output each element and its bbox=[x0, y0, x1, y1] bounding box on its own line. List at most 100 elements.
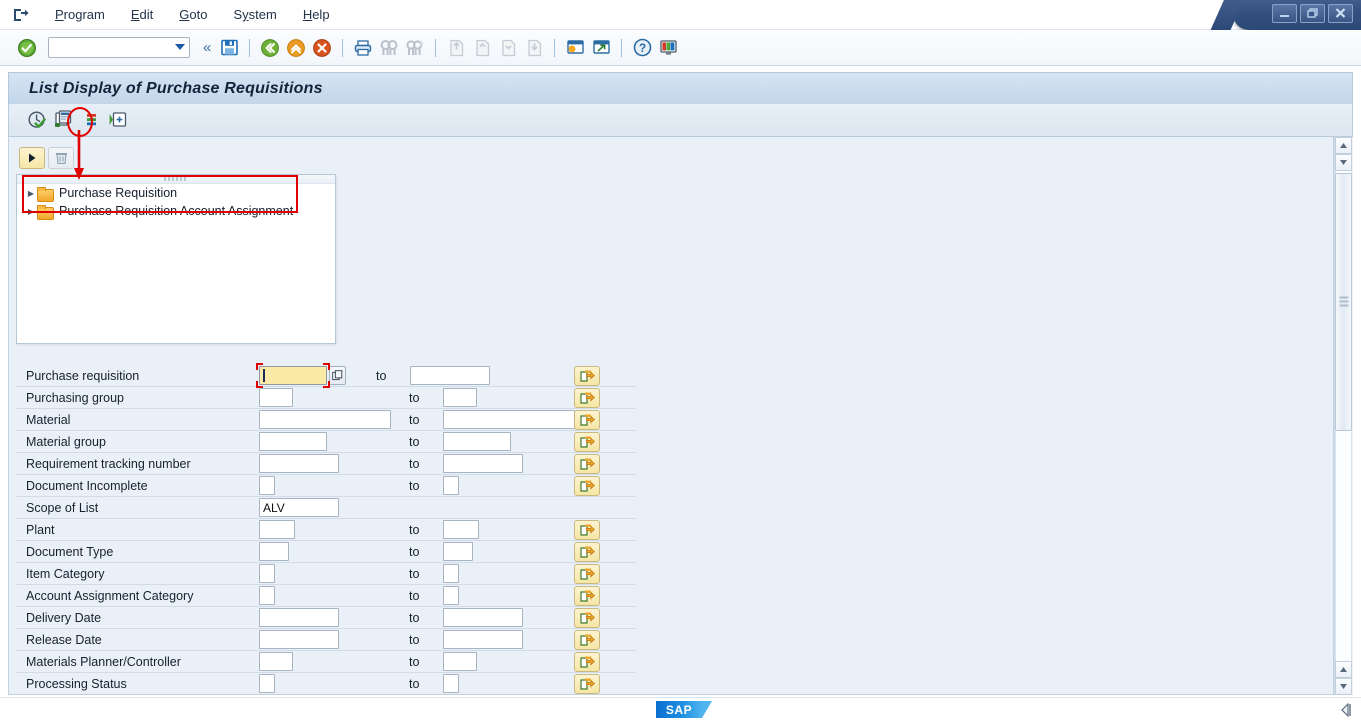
expand-triangle-icon[interactable]: ▶ bbox=[25, 207, 37, 216]
plant-to-input[interactable] bbox=[443, 520, 479, 539]
processing-status-to-input[interactable] bbox=[443, 674, 459, 693]
menu-system[interactable]: System bbox=[220, 3, 289, 26]
command-field[interactable] bbox=[48, 37, 190, 58]
purchase-requisition-from-input[interactable] bbox=[259, 366, 327, 385]
cancel-icon[interactable] bbox=[309, 35, 335, 61]
param-label: Account Assignment Category bbox=[26, 588, 194, 603]
page-title: List Display of Purchase Requisitions bbox=[29, 79, 323, 97]
materials-planner-to-input[interactable] bbox=[443, 652, 477, 671]
processing-status-from-input[interactable] bbox=[259, 674, 275, 693]
document-incomplete-to-input[interactable] bbox=[443, 476, 459, 495]
save-icon[interactable] bbox=[216, 35, 242, 61]
expand-triangle-icon[interactable]: ▶ bbox=[25, 189, 37, 198]
multiple-selection-arrow-icon[interactable] bbox=[574, 519, 600, 540]
purchase-requisition-to-input[interactable] bbox=[410, 366, 490, 385]
release-date-to-input[interactable] bbox=[443, 630, 523, 649]
menu-help[interactable]: Help bbox=[290, 3, 343, 26]
delivery-date-from-input[interactable] bbox=[259, 608, 339, 627]
param-row-materials-planner-controller: Materials Planner/Controller to bbox=[16, 651, 636, 673]
dynamic-selections-icon[interactable] bbox=[79, 108, 103, 132]
previous-page-icon[interactable] bbox=[469, 35, 495, 61]
expand-selection-button[interactable] bbox=[19, 147, 45, 169]
enter-check-icon[interactable] bbox=[14, 35, 40, 61]
multiple-selection-arrow-icon[interactable] bbox=[574, 607, 600, 628]
menu-program[interactable]: Program bbox=[42, 3, 118, 26]
print-icon[interactable] bbox=[350, 35, 376, 61]
create-shortcut-icon[interactable] bbox=[588, 35, 614, 61]
first-page-icon[interactable] bbox=[443, 35, 469, 61]
multiple-selection-arrow-icon[interactable] bbox=[574, 453, 600, 474]
next-page-icon[interactable] bbox=[495, 35, 521, 61]
multiple-selection-arrow-icon[interactable] bbox=[574, 563, 600, 584]
purchasing-group-to-input[interactable] bbox=[443, 388, 477, 407]
multiple-selection-arrow-icon[interactable] bbox=[574, 585, 600, 606]
find-next-icon[interactable] bbox=[402, 35, 428, 61]
material-from-input[interactable] bbox=[259, 410, 391, 429]
document-type-from-input[interactable] bbox=[259, 542, 289, 561]
requirement-tracking-number-from-input[interactable] bbox=[259, 454, 339, 473]
multiple-selection-arrow-icon[interactable] bbox=[574, 541, 600, 562]
scroll-down-arrow-icon[interactable] bbox=[1335, 154, 1352, 171]
materials-planner-from-input[interactable] bbox=[259, 652, 293, 671]
delivery-date-to-input[interactable] bbox=[443, 608, 523, 627]
material-group-to-input[interactable] bbox=[443, 432, 511, 451]
param-row-document-type: Document Type to bbox=[16, 541, 636, 563]
menu-goto[interactable]: Goto bbox=[166, 3, 220, 26]
scroll-down-arrow-bottom-icon[interactable] bbox=[1335, 678, 1352, 695]
multiple-selection-arrow-icon[interactable] bbox=[574, 673, 600, 694]
multiple-selection-arrow-icon[interactable] bbox=[574, 651, 600, 672]
value-help-icon[interactable] bbox=[329, 366, 346, 385]
resize-grip-icon[interactable] bbox=[1339, 702, 1353, 718]
back-icon[interactable] bbox=[257, 35, 283, 61]
exit-icon[interactable] bbox=[283, 35, 309, 61]
restore-button[interactable] bbox=[1300, 3, 1325, 23]
menu-items: Program Edit Goto System Help bbox=[42, 3, 343, 26]
plant-from-input[interactable] bbox=[259, 520, 295, 539]
menu-edit[interactable]: Edit bbox=[118, 3, 166, 26]
item-category-to-input[interactable] bbox=[443, 564, 459, 583]
last-page-icon[interactable] bbox=[521, 35, 547, 61]
scroll-thumb[interactable] bbox=[1335, 173, 1352, 431]
command-history-chevron-down-icon[interactable] bbox=[175, 44, 185, 50]
purchasing-group-from-input[interactable] bbox=[259, 388, 293, 407]
multiple-selection-arrow-icon[interactable] bbox=[574, 629, 600, 650]
toolbar-separator bbox=[249, 38, 251, 57]
session-icon[interactable] bbox=[6, 1, 36, 29]
multiple-selection-arrow-icon[interactable] bbox=[574, 387, 600, 408]
tree-node-purchase-requisition-account-assignment[interactable]: ▶ Purchase Requisition Account Assignmen… bbox=[17, 202, 335, 220]
material-group-from-input[interactable] bbox=[259, 432, 327, 451]
main-vertical-scrollbar[interactable] bbox=[1334, 137, 1353, 695]
get-variant-icon[interactable] bbox=[52, 108, 76, 132]
customize-layout-icon[interactable] bbox=[655, 35, 681, 61]
account-assignment-category-from-input[interactable] bbox=[259, 586, 275, 605]
multiple-selection-arrow-icon[interactable] bbox=[574, 409, 600, 430]
scroll-up-arrow-bottom-icon[interactable] bbox=[1335, 661, 1352, 678]
tree-node-purchase-requisition[interactable]: ▶ Purchase Requisition bbox=[17, 184, 335, 202]
collapse-command-field-icon[interactable]: « bbox=[198, 39, 216, 56]
account-assignment-category-to-input[interactable] bbox=[443, 586, 459, 605]
scroll-up-arrow-icon[interactable] bbox=[1335, 137, 1352, 154]
create-session-icon[interactable] bbox=[562, 35, 588, 61]
delete-selection-button[interactable] bbox=[48, 147, 74, 169]
help-icon[interactable]: ? bbox=[629, 35, 655, 61]
multiple-selection-arrow-icon[interactable] bbox=[574, 475, 600, 496]
scope-of-list-input[interactable] bbox=[259, 498, 339, 517]
document-incomplete-from-input[interactable] bbox=[259, 476, 275, 495]
dynamic-selection-tree[interactable]: ▶ Purchase Requisition ▶ Purchase Requis… bbox=[16, 174, 336, 344]
material-to-input[interactable] bbox=[443, 410, 575, 429]
command-input[interactable] bbox=[49, 38, 167, 57]
find-icon[interactable] bbox=[376, 35, 402, 61]
minimize-button[interactable] bbox=[1272, 3, 1297, 23]
multiple-selection-arrow-icon[interactable] bbox=[574, 431, 600, 452]
item-category-from-input[interactable] bbox=[259, 564, 275, 583]
multiple-selection-arrow-icon[interactable] bbox=[574, 365, 600, 386]
document-type-to-input[interactable] bbox=[443, 542, 473, 561]
release-date-from-input[interactable] bbox=[259, 630, 339, 649]
multiple-selection-icon[interactable] bbox=[106, 108, 130, 132]
tree-header-grip bbox=[17, 175, 335, 184]
close-button[interactable] bbox=[1328, 3, 1353, 23]
svg-text:?: ? bbox=[639, 41, 646, 55]
requirement-tracking-number-to-input[interactable] bbox=[443, 454, 523, 473]
execute-icon[interactable] bbox=[25, 108, 49, 132]
toolbar-separator bbox=[621, 38, 623, 57]
